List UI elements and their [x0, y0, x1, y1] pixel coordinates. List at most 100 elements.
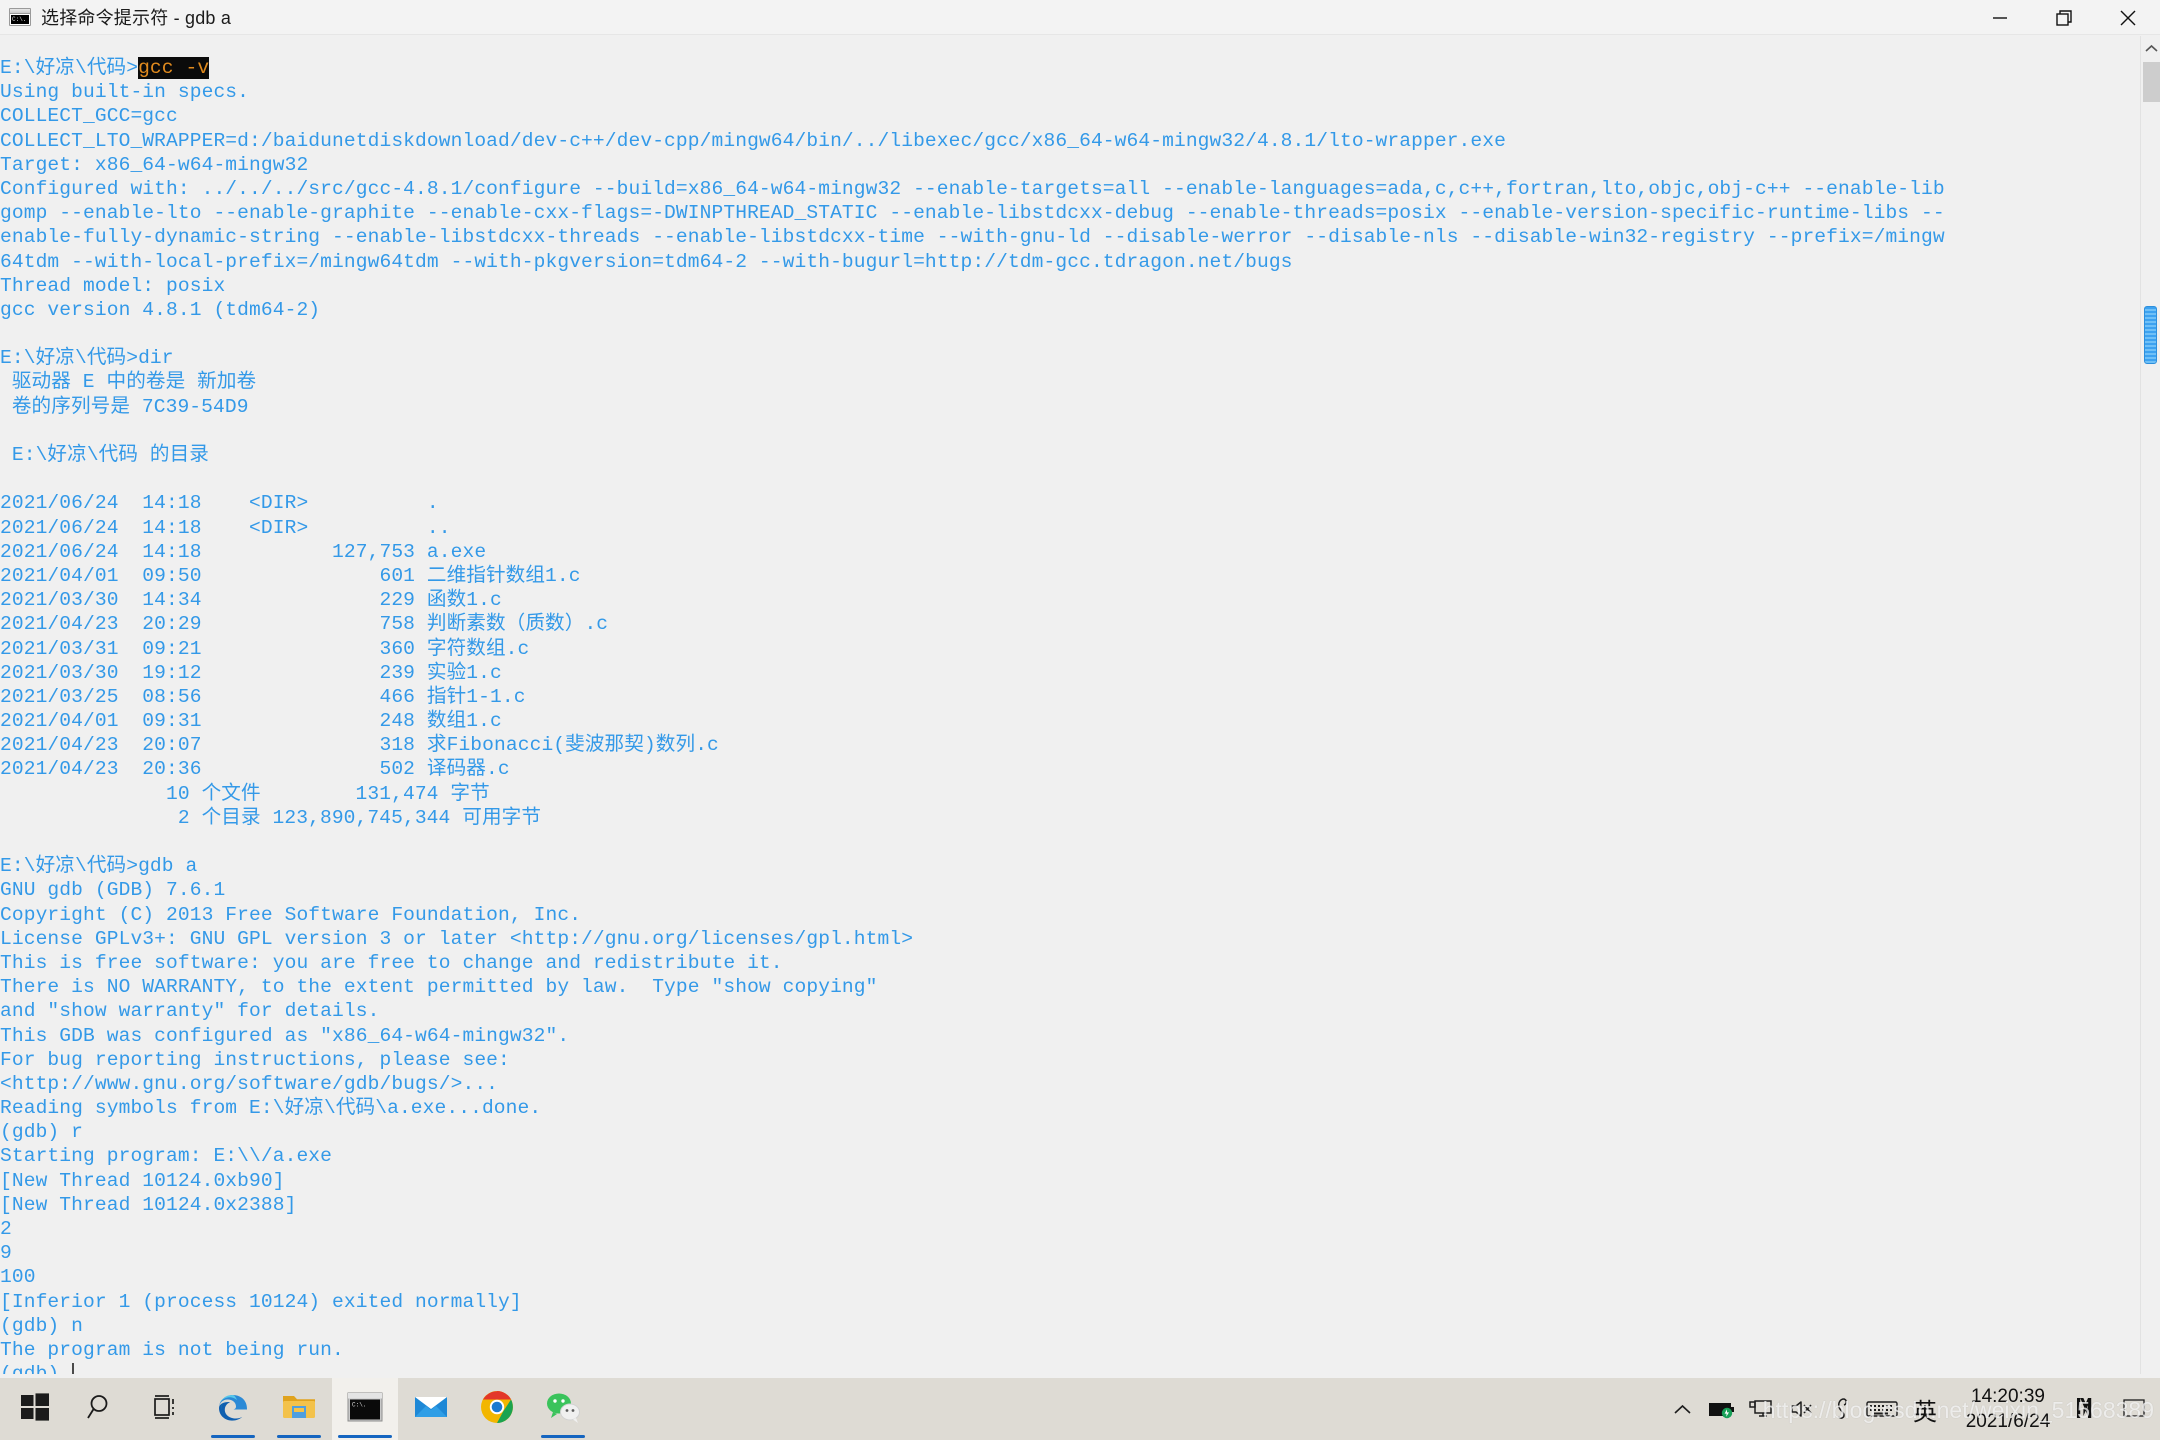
taskbar-chrome[interactable]: [464, 1378, 530, 1440]
volume-button[interactable]: [1782, 1378, 1822, 1440]
console-line: 64tdm --with-local-prefix=/mingw64tdm --…: [0, 250, 2140, 274]
taskbar-command-prompt[interactable]: C:\.: [332, 1378, 398, 1440]
console-line-text: 2 个目录 123,890,745,344 可用字节: [0, 807, 541, 829]
console-line-text: [New Thread 10124.0xb90]: [0, 1170, 285, 1192]
console-line: [0, 830, 2140, 854]
console-scrollbar[interactable]: [2140, 36, 2160, 1374]
console-line-text: (gdb) n: [0, 1315, 83, 1337]
taskbar-running-indicator: [541, 1435, 585, 1438]
network-status-button[interactable]: [1742, 1378, 1782, 1440]
search-button[interactable]: [68, 1378, 134, 1440]
console-line: 100: [0, 1265, 2140, 1289]
chevron-up-icon: [2145, 44, 2158, 53]
speaker-mute-icon: [1789, 1399, 1815, 1419]
console-line: enable-fully-dynamic-string --enable-lib…: [0, 225, 2140, 249]
task-view-icon: [152, 1392, 182, 1427]
console-line: 2021/06/24 14:18 <DIR> ..: [0, 516, 2140, 540]
console-line: This is free software: you are free to c…: [0, 951, 2140, 975]
console-line: Starting program: E:\\/a.exe: [0, 1144, 2140, 1168]
console-line: Copyright (C) 2013 Free Software Foundat…: [0, 903, 2140, 927]
console-line-text: 2021/04/01 09:50 601 二维指针数组1.c: [0, 565, 581, 587]
start-button[interactable]: [2, 1378, 68, 1440]
console-line-text: 2021/03/30 19:12 239 实验1.c: [0, 662, 502, 684]
scroll-up-button[interactable]: [2141, 36, 2160, 60]
console-line: 2021/04/01 09:31 248 数组1.c: [0, 709, 2140, 733]
restore-icon: [2053, 7, 2075, 29]
console-line: 2021/03/25 08:56 466 指针1-1.c: [0, 685, 2140, 709]
console-line-text: 2021/03/30 14:34 229 函数1.c: [0, 589, 502, 611]
console-line-text: Starting program: E:\\/a.exe: [0, 1145, 332, 1167]
taskbar-edge[interactable]: [200, 1378, 266, 1440]
pen-menu-button[interactable]: [1822, 1378, 1862, 1440]
ime-indicator[interactable]: 英: [1902, 1378, 1948, 1440]
console-line-text: (gdb) r: [0, 1121, 83, 1143]
console-line: License GPLv3+: GNU GPL version 3 or lat…: [0, 927, 2140, 951]
show-hidden-icons-button[interactable]: [1662, 1378, 1702, 1440]
console-line-text: 2021/06/24 14:18 <DIR> .: [0, 492, 439, 514]
console-line: 2 个目录 123,890,745,344 可用字节: [0, 806, 2140, 830]
console-output-area[interactable]: E:\好凉\代码>gcc -vUsing built-in specs. COLL…: [0, 36, 2140, 1374]
mail-icon: [413, 1393, 449, 1426]
window-titlebar[interactable]: C:\. 选择命令提示符 - gdb a: [0, 0, 2160, 35]
taskbar-clock[interactable]: 14:20:39 2021/6/24: [1948, 1378, 2068, 1440]
console-line-text: [Inferior 1 (process 10124) exited norma…: [0, 1291, 522, 1313]
console-line: 2021/03/31 09:21 360 字符数组.c: [0, 637, 2140, 661]
taskbar-mail[interactable]: [398, 1378, 464, 1440]
console-line: 2021/06/24 14:18 127,753 a.exe: [0, 540, 2140, 564]
keyboard-icon: [1866, 1399, 1898, 1419]
console-selection: gcc -v: [138, 57, 209, 79]
console-line: E:\好凉\代码>gcc -v: [0, 56, 2140, 80]
console-line: 2021/03/30 19:12 239 实验1.c: [0, 661, 2140, 685]
battery-status-button[interactable]: [1702, 1378, 1742, 1440]
notification-center-button[interactable]: [2068, 1378, 2114, 1440]
console-line-text: COLLECT_LTO_WRAPPER=d:/baidunetdiskdownl…: [0, 130, 1506, 152]
console-line: (gdb): [0, 1362, 2140, 1374]
console-line-text: Configured with: ../../../src/gcc-4.8.1/…: [0, 178, 1945, 200]
close-icon: [2117, 7, 2139, 29]
battery-icon: [1708, 1399, 1736, 1419]
taskbar-items: C:\.: [0, 1378, 596, 1440]
console-line-text: This is free software: you are free to c…: [0, 952, 783, 974]
console-line-text: 2021/04/23 20:29 758 判断素数（质数）.c: [0, 613, 608, 635]
console-line: gomp --enable-lto --enable-graphite --en…: [0, 201, 2140, 225]
search-icon: [86, 1392, 116, 1427]
console-line: 2021/03/30 14:34 229 函数1.c: [0, 588, 2140, 612]
console-line: Target: x86_64-w64-mingw32: [0, 153, 2140, 177]
console-line: For bug reporting instructions, please s…: [0, 1048, 2140, 1072]
console-line: 驱动器 E 中的卷是 新加卷: [0, 370, 2140, 394]
desktop-preview-icon: [2122, 1398, 2146, 1420]
console-line-text: Using built-in specs.: [0, 81, 249, 103]
console-line: 2021/04/23 20:07 318 求Fibonacci(斐波那契)数列.…: [0, 733, 2140, 757]
console-line-text: 2021/03/31 09:21 360 字符数组.c: [0, 638, 529, 660]
folder-icon: [281, 1391, 317, 1428]
console-line: 9: [0, 1241, 2140, 1265]
close-button[interactable]: [2096, 0, 2160, 35]
console-line-text: Copyright (C) 2013 Free Software Foundat…: [0, 904, 581, 926]
taskbar-file-explorer[interactable]: [266, 1378, 332, 1440]
console-line-text: Reading symbols from E:\好凉\代码\a.exe...do…: [0, 1097, 541, 1119]
console-line: Reading symbols from E:\好凉\代码\a.exe...do…: [0, 1096, 2140, 1120]
console-line: [0, 467, 2140, 491]
task-view-button[interactable]: [134, 1378, 200, 1440]
restore-button[interactable]: [2032, 0, 2096, 35]
console-line-text: E:\好凉\代码>dir: [0, 347, 174, 369]
scrollbar-track-mark[interactable]: [2143, 62, 2160, 102]
chrome-icon: [480, 1390, 514, 1429]
console-line-text: This GDB was configured as "x86_64-w64-m…: [0, 1025, 569, 1047]
show-desktop-button[interactable]: [2114, 1378, 2154, 1440]
console-line: E:\好凉\代码>gdb a: [0, 854, 2140, 878]
console-line: (gdb) n: [0, 1314, 2140, 1338]
taskbar-wechat[interactable]: [530, 1378, 596, 1440]
touch-keyboard-button[interactable]: [1862, 1378, 1902, 1440]
taskbar-running-indicator: [211, 1435, 255, 1438]
taskbar-running-indicator: [277, 1435, 321, 1438]
console-line-text: 100: [0, 1266, 36, 1288]
console-line-text: 2021/06/24 14:18 127,753 a.exe: [0, 541, 486, 563]
scrollbar-thumb[interactable]: [2144, 306, 2157, 364]
console-line-text: 64tdm --with-local-prefix=/mingw64tdm --…: [0, 251, 1293, 273]
wechat-icon: [545, 1391, 581, 1428]
console-line-text: gomp --enable-lto --enable-graphite --en…: [0, 202, 1945, 224]
minimize-button[interactable]: [1968, 0, 2032, 35]
text-caret: [72, 1363, 74, 1374]
console-line-text: and "show warranty" for details.: [0, 1000, 379, 1022]
